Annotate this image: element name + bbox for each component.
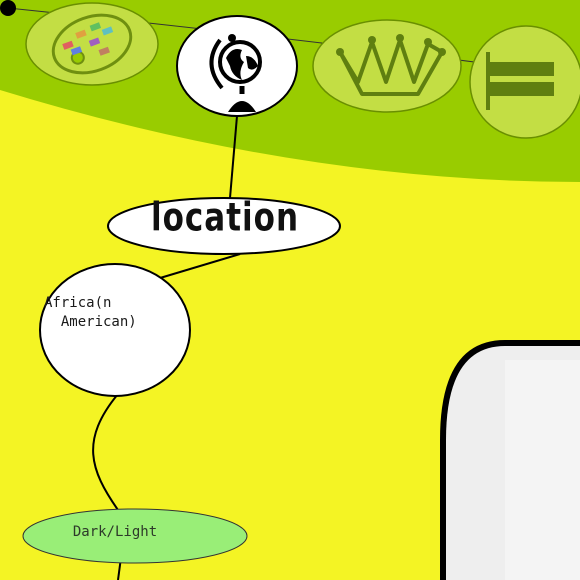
globe-button[interactable] (176, 15, 298, 117)
side-panel (440, 340, 580, 580)
crown-button[interactable] (312, 19, 462, 113)
flag-button[interactable] (469, 25, 580, 139)
complexion-label: Dark/Light (72, 524, 158, 540)
rail-handle[interactable] (0, 0, 16, 16)
origin-label: Africa(n American) (44, 295, 137, 330)
connector-origin-complexion (92, 393, 119, 511)
mind-map-canvas (0, 0, 580, 580)
palette-button[interactable] (25, 2, 159, 86)
location-label: location (150, 195, 300, 241)
